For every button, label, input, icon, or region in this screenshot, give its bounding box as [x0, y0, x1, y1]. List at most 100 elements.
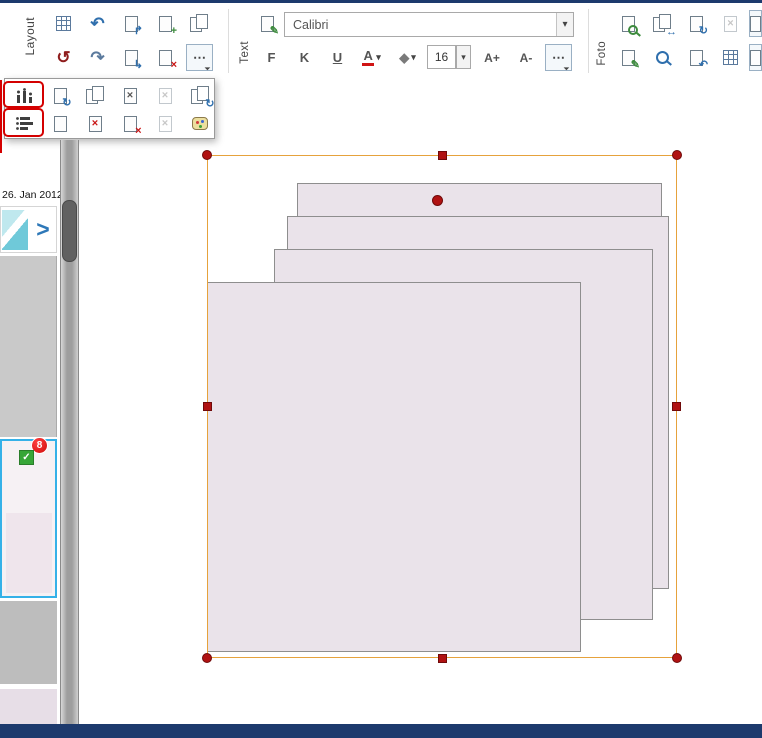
move-page-down-button[interactable]: ↳	[118, 44, 145, 71]
photo-disabled-icon: ×	[724, 16, 737, 32]
sidebar-scrollbar-thumb[interactable]	[62, 200, 77, 262]
undo-arrow-icon: ↶	[90, 15, 104, 32]
two-pages-icon	[86, 86, 105, 105]
clear-page-icon: ×	[124, 88, 137, 104]
replace-photo-button[interactable]: ↻	[683, 10, 710, 37]
red-highlight-edge	[0, 80, 2, 153]
swap-photos-icon: ↔	[653, 14, 672, 33]
page-thumbnail[interactable]	[0, 256, 57, 437]
clear-page-disabled-button: ×	[151, 83, 179, 108]
delete-page-x-icon: ×	[89, 116, 102, 132]
stacked-photo-frame-front[interactable]	[207, 282, 581, 652]
redo-button[interactable]: ↷	[84, 44, 111, 71]
distribute-columns-icon	[16, 88, 35, 104]
photo-thumbnail	[2, 210, 28, 250]
more-text-tools-button[interactable]: ⋯	[545, 44, 572, 71]
more-layout-tools-button[interactable]: ⋯	[186, 44, 213, 71]
bold-label: F	[268, 50, 276, 65]
photo-search-icon	[622, 16, 635, 32]
font-size-field[interactable]: 16	[427, 45, 456, 69]
badge-count: 8	[37, 440, 43, 451]
font-size-dropdown-arrow[interactable]: ▾	[456, 45, 471, 69]
delete-page-button[interactable]: ×	[152, 44, 179, 71]
toolbar-separator	[228, 9, 229, 73]
resize-handle-bottom-center[interactable]	[438, 654, 447, 663]
single-page-icon	[54, 116, 67, 132]
page-rotate-icon: ↻	[54, 88, 67, 104]
photo-grid-button[interactable]	[717, 44, 744, 71]
page-done-check-icon: ✓	[19, 450, 34, 465]
duplicate-page-button[interactable]	[186, 10, 213, 37]
move-page-up-button[interactable]: ↱	[118, 10, 145, 37]
underline-button[interactable]: U	[324, 44, 351, 71]
distribute-rows-button[interactable]	[11, 111, 39, 136]
grid-icon	[56, 16, 71, 31]
expand-sidebar-button[interactable]: >	[31, 211, 55, 247]
single-page-button[interactable]	[46, 111, 74, 136]
text-edit-icon: ✎	[261, 16, 274, 32]
caret-down-icon: ▾	[411, 52, 416, 63]
swap-photos-button[interactable]: ↔	[649, 10, 676, 37]
add-page-icon: +	[159, 16, 172, 32]
zoom-icon	[656, 51, 669, 64]
resize-handle-middle-right[interactable]	[672, 402, 681, 411]
font-color-icon: A	[362, 49, 374, 66]
distribute-columns-button[interactable]	[11, 83, 39, 108]
insert-page-button[interactable]: +	[152, 10, 179, 37]
page-thumbnail[interactable]	[0, 689, 57, 724]
font-family-combobox[interactable]: Calibri ▾	[284, 12, 574, 37]
page-date-label: 26. Jan 2012	[2, 189, 63, 201]
text-group-label: Text	[239, 41, 251, 64]
foto-group-label: Foto	[596, 41, 608, 66]
cutoff-button[interactable]	[749, 10, 762, 37]
cutoff-icon	[750, 50, 761, 66]
caret-down-icon: ▾	[376, 52, 381, 63]
resize-handle-top-center[interactable]	[438, 151, 447, 160]
resize-handle-top-right[interactable]	[672, 150, 682, 160]
page-down-icon: ↳	[125, 50, 138, 66]
bold-button[interactable]: F	[258, 44, 285, 71]
chevron-right-icon: >	[36, 216, 49, 242]
revert-photo-button[interactable]: ↶	[683, 44, 710, 71]
fill-color-icon: ◆	[399, 50, 409, 66]
delete-page-icon: ×	[159, 50, 172, 66]
decrease-font-button[interactable]: A-	[511, 44, 541, 71]
magnifier-icon	[628, 25, 638, 35]
layout-grid-button[interactable]	[50, 10, 77, 37]
delete-disabled-icon: ×	[159, 116, 172, 132]
layout-group-label: Layout	[23, 17, 37, 55]
page-thumbnail[interactable]	[0, 601, 57, 684]
text-tool-button[interactable]: ✎	[254, 10, 281, 37]
grid-icon	[723, 50, 738, 65]
increase-font-button[interactable]: A+	[477, 44, 507, 71]
clear-page-button[interactable]: ×	[116, 83, 144, 108]
increase-font-label: A+	[484, 51, 500, 65]
thumbnail-preview[interactable]: >	[0, 206, 57, 253]
resize-handle-middle-left[interactable]	[203, 402, 212, 411]
page-style-button[interactable]	[186, 111, 214, 136]
italic-button[interactable]: K	[291, 44, 318, 71]
resize-handle-bottom-left[interactable]	[202, 653, 212, 663]
delete-right-page-button[interactable]: ×	[116, 111, 144, 136]
photo-zoom-button[interactable]	[649, 44, 676, 71]
font-family-dropdown-arrow[interactable]: ▾	[556, 13, 573, 36]
undo-button[interactable]: ↺	[50, 44, 77, 71]
rotate-page-button[interactable]: ↻	[46, 83, 74, 108]
edit-photo-button[interactable]: ✎	[615, 44, 642, 71]
rotate-handle[interactable]	[432, 195, 443, 206]
resize-handle-bottom-right[interactable]	[672, 653, 682, 663]
cutoff-icon	[750, 16, 761, 32]
window-bottom-bar	[0, 724, 762, 738]
resize-handle-top-left[interactable]	[202, 150, 212, 160]
fill-color-button[interactable]: ◆ ▾	[391, 44, 424, 71]
reset-layout-button[interactable]: ↶	[84, 10, 111, 37]
browse-photos-button[interactable]	[615, 10, 642, 37]
swap-pages-button[interactable]: ↻	[186, 83, 214, 108]
caret-down-icon: ▾	[461, 52, 466, 63]
two-page-spread-button[interactable]	[81, 83, 109, 108]
font-color-button[interactable]: A ▾	[355, 44, 388, 71]
cutoff-button[interactable]	[749, 44, 762, 71]
main-toolbar: Layout Text Foto ↶ ↱ + ↺ ↷ ↳ × ⋯ ✎ Calib…	[0, 3, 762, 76]
delete-disabled-button: ×	[151, 111, 179, 136]
delete-left-page-button[interactable]: ×	[81, 111, 109, 136]
